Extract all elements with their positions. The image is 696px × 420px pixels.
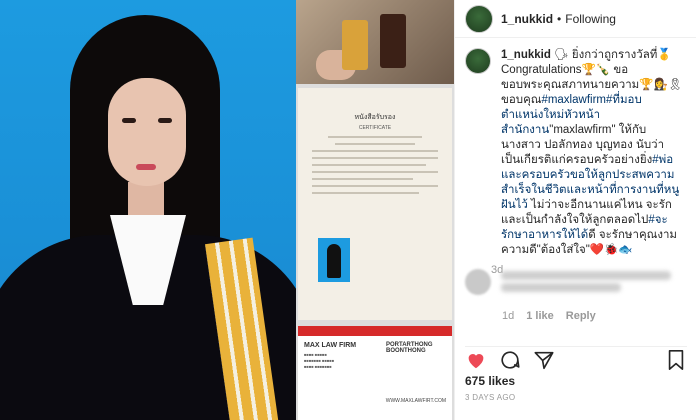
post-photo-collage: หนังสือรับรอง CERTIFICATE MAX LAW FIRM P… [296,0,454,420]
post-side-panel: 1_nukkid • Following 1_nukkid 🗣 ยิ่งกว่า… [454,0,696,420]
card-website: WWW.MAXLAWFIRT.COM [385,398,446,404]
caption-username[interactable]: 1_nukkid [501,49,551,61]
card-brand-secondary: PORTARTHONG BOONTHONG [386,342,433,354]
hashtag-maxlawfirm[interactable]: #maxlawfirm [541,94,606,106]
save-button[interactable] [665,349,687,371]
like-button[interactable] [465,349,487,371]
business-card-photo: MAX LAW FIRM PORTARTHONG BOONTHONG ■■■■ … [298,326,452,420]
portrait-lips [136,164,156,170]
blurred-comment [465,268,671,295]
caption-comment: 1_nukkid 🗣 ยิ่งกว่าถูกรางวัลที่🥇Congratu… [465,48,687,276]
heart-icon [468,353,484,368]
certificate-subheader: CERTIFICATE [358,125,392,131]
avatar[interactable] [465,4,493,33]
reply-button[interactable]: Reply [566,310,596,322]
separator-dot: • [557,11,562,26]
blurred-avatar [465,268,491,295]
share-button[interactable] [533,349,555,371]
comment-meta: 1d 1 like Reply [502,310,596,322]
drinks-glass-cola [380,14,406,68]
action-bar [465,346,687,370]
portrait-eye-left [122,118,136,123]
comment-icon [501,350,520,369]
post-timestamp[interactable]: 3 DAYS AGO [465,393,515,402]
likes-count[interactable]: 675 likes [465,374,515,388]
caption-avatar[interactable] [465,48,491,74]
share-icon [534,351,554,369]
portrait-eye-right [158,118,172,123]
caption-text: 1_nukkid 🗣 ยิ่งกว่าถูกรางวัลที่🥇Congratu… [501,48,683,258]
post-photo-portrait [0,0,296,420]
comment-time[interactable]: 1d [502,310,514,322]
comment-likes[interactable]: 1 like [526,310,554,322]
certificate-header: หนังสือรับรอง [354,114,396,121]
certificate-photo: หนังสือรับรอง CERTIFICATE [298,88,452,320]
drinks-photo [296,0,454,84]
post-username[interactable]: 1_nukkid [501,12,553,26]
bookmark-icon [668,349,684,370]
post-header: 1_nukkid • Following [455,0,696,38]
drinks-glass-beer [342,20,368,70]
comment-button[interactable] [499,349,521,371]
follow-button[interactable]: Following [565,12,616,26]
certificate-id-photo [318,238,350,282]
